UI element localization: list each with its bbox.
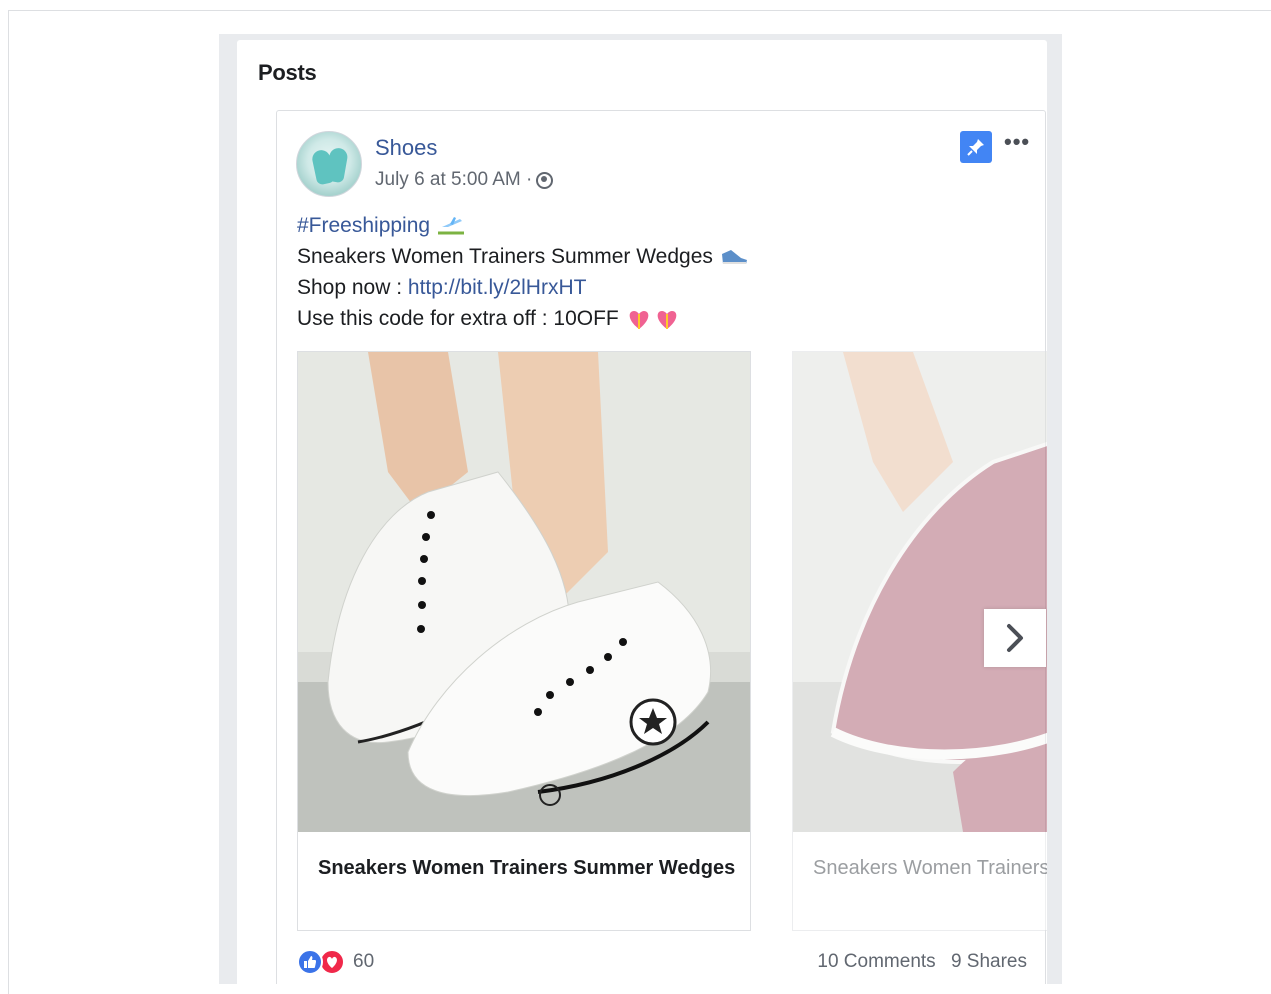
heart-gift-emoji-icon	[629, 311, 676, 330]
post-footer: 60 10 Comments 9 Shares	[297, 949, 1027, 979]
section-title: Posts	[258, 60, 317, 85]
more-options-button[interactable]: •••	[1004, 129, 1030, 155]
reaction-count: 60	[353, 951, 375, 972]
product-image	[793, 352, 1047, 832]
post-line-title: Sneakers Women Trainers Summer Wedges	[297, 245, 713, 268]
posts-panel-inner: Posts Shoes July 6 at 5:00 AM · ••• #Fre…	[237, 40, 1047, 984]
post-timestamp[interactable]: July 6 at 5:00 AM ·	[375, 169, 532, 191]
post-message: #Freeshipping Sneakers Women Trainers Su…	[297, 210, 749, 334]
comments-count-link[interactable]: 10 Comments	[817, 951, 935, 972]
reactions-summary[interactable]: 60	[297, 949, 374, 975]
carousel-next-button[interactable]	[984, 609, 1046, 667]
shop-link[interactable]: http://bit.ly/2lHrxHT	[408, 276, 587, 299]
page-name-link[interactable]: Shoes	[375, 135, 437, 161]
shares-count-link[interactable]: 9 Shares	[951, 951, 1027, 972]
post-card: Shoes July 6 at 5:00 AM · ••• #Freeshipp…	[276, 110, 1047, 984]
shop-now-label: Shop now :	[297, 276, 408, 299]
product-carousel: Sneakers Women Trainers Summer Wedges Sn…	[297, 351, 1047, 931]
page-avatar[interactable]	[296, 131, 362, 197]
chevron-right-icon	[1007, 624, 1023, 652]
post-meta: July 6 at 5:00 AM ·	[375, 169, 554, 191]
hashtag-link[interactable]: #Freeshipping	[297, 214, 430, 237]
posts-panel: Posts Shoes July 6 at 5:00 AM · ••• #Fre…	[219, 34, 1062, 984]
engagement-stats: 10 Comments 9 Shares	[817, 951, 1027, 973]
carousel-caption[interactable]: Sneakers Women Trainers Summer Wedges	[813, 857, 1047, 880]
carousel-card[interactable]: Sneakers Women Trainers Summer Wedges	[297, 351, 751, 931]
code-line: Use this code for extra off : 10OFF	[297, 307, 619, 330]
product-image	[298, 352, 750, 832]
sneaker-emoji-icon	[721, 250, 747, 265]
like-reaction-icon	[297, 949, 323, 975]
carousel-caption[interactable]: Sneakers Women Trainers Summer Wedges	[318, 857, 735, 880]
globe-icon	[536, 171, 554, 189]
pin-icon	[967, 139, 984, 156]
pin-button[interactable]	[960, 131, 992, 163]
airplane-emoji-icon	[437, 217, 464, 235]
